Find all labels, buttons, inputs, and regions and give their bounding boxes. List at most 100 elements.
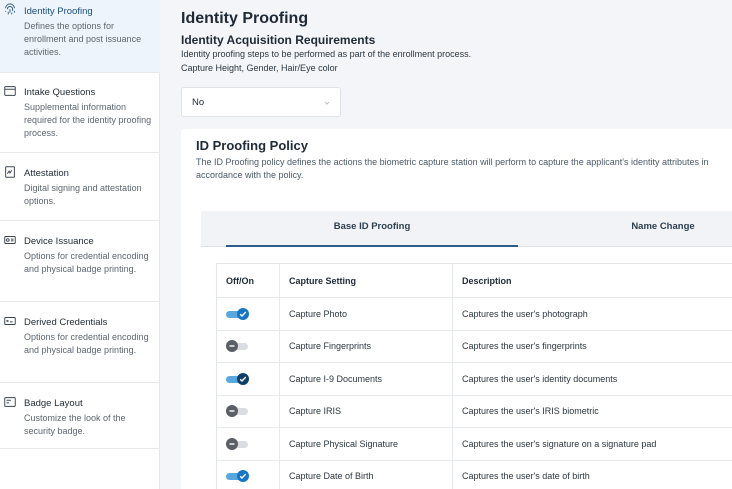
table-row: Capture I-9 Documents Captures the user's…: [217, 363, 732, 396]
tab-name-change[interactable]: Name Change: [518, 211, 732, 247]
sidebar-item-badge-layout[interactable]: Badge Layout Customize the look of the s…: [0, 392, 160, 449]
capture-toggle[interactable]: [226, 372, 250, 385]
sidebar-item-device-issuance[interactable]: Device Issuance Options for credential e…: [0, 230, 160, 302]
section-note: Capture Height, Gender, Hair/Eye color: [181, 63, 338, 73]
card-description: The ID Proofing policy defines the actio…: [196, 157, 709, 180]
sidebar-item-identity-proofing[interactable]: Identity Proofing Defines the options fo…: [0, 0, 160, 73]
table-body: Capture Photo Captures the user's photogr…: [217, 298, 732, 489]
sidebar-item-desc: Digital signing and attestation options.: [24, 183, 142, 206]
sidebar: Identity Proofing Defines the options fo…: [0, 0, 160, 489]
sidebar-item-desc: Defines the options for enrollment and p…: [24, 21, 142, 57]
toggle-cell: [217, 460, 280, 489]
capture-toggle[interactable]: [226, 437, 250, 450]
chevron-down-icon: [324, 101, 330, 105]
capture-description: Captures the user's photograph: [462, 308, 588, 319]
sidebar-item-title: Badge Layout: [24, 398, 83, 409]
sidebar-item-intake-questions[interactable]: Intake Questions Supplemental informatio…: [0, 81, 160, 153]
capture-description: Captures the user's identity documents: [462, 373, 618, 384]
sidebar-item-desc: Options for credential encoding and phys…: [24, 251, 149, 274]
setting-cell: Capture Date of Birth: [280, 460, 453, 489]
capture-setting: Capture Fingerprints: [289, 341, 372, 352]
signature-document-icon: [5, 166, 15, 178]
description-cell: Captures the user's IRIS biometric: [453, 396, 732, 428]
checkmark-icon: [239, 376, 247, 382]
capture-description: Captures the user's IRIS biometric: [462, 406, 599, 417]
setting-cell: Capture Fingerprints: [280, 330, 453, 362]
sidebar-item-title: Intake Questions: [24, 87, 96, 98]
sidebar-item-desc: Options for credential encoding and phys…: [24, 332, 149, 355]
capture-setting: Capture Date of Birth: [289, 471, 374, 482]
capture-toggle[interactable]: [226, 340, 250, 353]
toggle-cell: [217, 363, 280, 395]
column-header: Description: [453, 264, 732, 297]
checkmark-icon: [239, 311, 247, 317]
setting-cell: Capture IRIS: [280, 395, 453, 427]
capture-toggle[interactable]: [226, 307, 250, 320]
main-content: Identity Proofing Identity Acquisition R…: [161, 0, 732, 489]
envelope-icon: [4, 86, 16, 96]
tab-label: Name Change: [631, 221, 695, 232]
page-title: Identity Proofing: [181, 10, 309, 27]
sidebar-item-attestation[interactable]: Attestation Digital signing and attestat…: [0, 162, 160, 221]
toggle-cell: [217, 330, 280, 362]
description-cell: Captures the user's identity documents: [453, 363, 732, 395]
table-row: Capture IRIS Captures the user's IRIS bio…: [217, 395, 732, 428]
sidebar-item-title: Derived Credentials: [24, 317, 108, 328]
minus-icon: [229, 443, 235, 445]
capture-setting: Capture Photo: [289, 308, 348, 319]
description-cell: Captures the user's photograph: [453, 298, 732, 330]
column-header: Capture Setting: [280, 264, 453, 297]
description-cell: Captures the user's signature on a signa…: [453, 428, 732, 460]
column-header-label: Capture Setting: [289, 275, 357, 286]
capture-description: Captures the user's fingerprints: [462, 341, 587, 352]
toggle-cell: [217, 395, 280, 427]
sidebar-item-title: Device Issuance: [24, 236, 94, 247]
table-header: Off/On Capture Setting Description: [217, 264, 732, 298]
toggle-cell: [217, 298, 280, 330]
sidebar-item-desc: Customize the look of the security badge…: [24, 413, 126, 436]
sidebar-item-title: Attestation: [24, 168, 69, 179]
id-proofing-policy-card: ID Proofing Policy The ID Proofing polic…: [181, 129, 732, 489]
capture-setting: Capture I-9 Documents: [289, 373, 383, 384]
toggle-knob: [237, 372, 249, 385]
setting-cell: Capture Physical Signature: [280, 428, 453, 460]
badge-icon: [4, 397, 16, 407]
acquisition-select[interactable]: No: [181, 87, 341, 117]
table-row: Capture Physical Signature Captures the u…: [217, 428, 732, 461]
table-row: Capture Date of Birth Captures the user's…: [217, 460, 732, 489]
column-header: Off/On: [217, 264, 280, 297]
fingerprint-icon: [5, 3, 15, 15]
toggle-knob: [237, 470, 249, 483]
description-cell: Captures the user's date of birth: [453, 461, 732, 489]
capture-settings-table: Off/On Capture Setting Description Captu…: [216, 263, 732, 489]
tab-label: Base ID Proofing: [333, 221, 411, 232]
description-cell: Captures the user's fingerprints: [453, 331, 732, 363]
sidebar-item-desc: Supplemental information required for th…: [24, 102, 152, 138]
column-header-label: Off/On: [226, 275, 254, 286]
select-value: No: [192, 97, 205, 108]
capture-toggle[interactable]: [226, 405, 250, 418]
column-header-label: Description: [462, 275, 512, 286]
section-description: Identity proofing steps to be performed …: [181, 49, 472, 59]
tab-base-id-proofing[interactable]: Base ID Proofing: [201, 211, 518, 247]
tab-active-indicator: [226, 245, 518, 247]
table-row: Capture Fingerprints Captures the user's …: [217, 330, 732, 363]
toggle-knob: [237, 307, 249, 320]
setting-cell: Capture I-9 Documents: [280, 363, 453, 395]
capture-setting: Capture Physical Signature: [289, 438, 399, 449]
capture-setting: Capture IRIS: [289, 406, 342, 417]
toggle-knob: [226, 405, 238, 418]
sidebar-item-derived-credentials[interactable]: Derived Credentials Options for credenti…: [0, 311, 160, 383]
policy-tabs: Base ID Proofing Name Change: [201, 211, 732, 247]
minus-icon: [229, 410, 235, 412]
toggle-knob: [226, 437, 238, 450]
capture-description: Captures the user's date of birth: [462, 471, 590, 482]
toggle-knob: [226, 340, 238, 353]
card-title: ID Proofing Policy: [196, 138, 308, 153]
checkmark-icon: [239, 473, 247, 480]
capture-toggle[interactable]: [226, 470, 250, 483]
minus-icon: [229, 345, 235, 347]
table-row: Capture Photo Captures the user's photogr…: [217, 298, 732, 331]
credential-card-icon: [4, 317, 16, 325]
toggle-cell: [217, 428, 280, 460]
